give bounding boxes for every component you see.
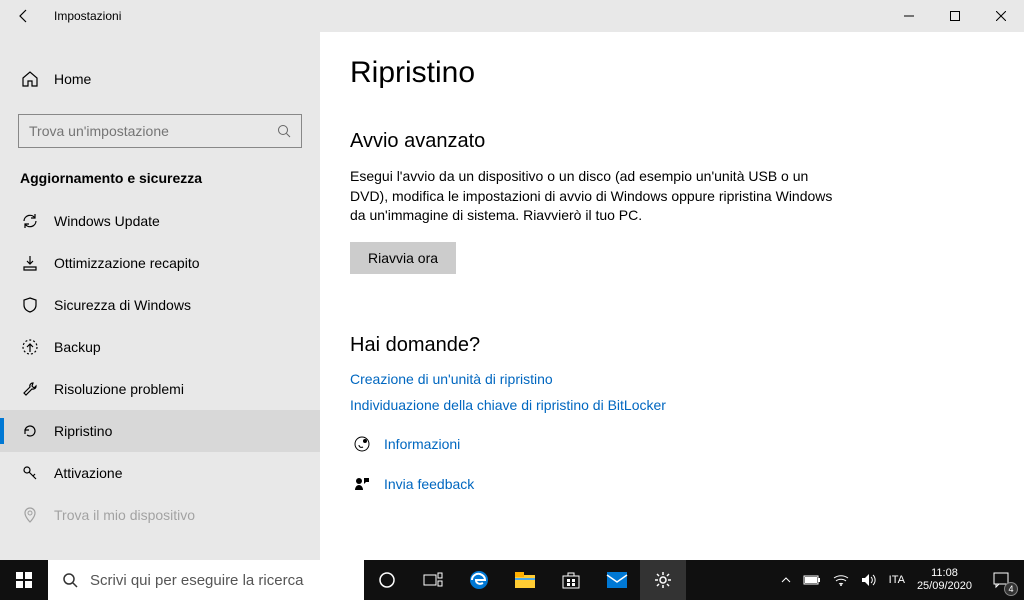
nav-label: Ottimizzazione recapito bbox=[54, 255, 200, 271]
home-icon bbox=[20, 70, 40, 88]
section-heading: Avvio avanzato bbox=[350, 130, 994, 153]
file-explorer-icon[interactable] bbox=[502, 560, 548, 600]
search-box[interactable] bbox=[18, 114, 302, 148]
notification-badge: 4 bbox=[1004, 582, 1018, 596]
maximize-button[interactable] bbox=[932, 0, 978, 32]
key-icon bbox=[20, 464, 40, 482]
titlebar: Impostazioni bbox=[0, 0, 1024, 32]
download-icon bbox=[20, 254, 40, 272]
nav-recovery[interactable]: Ripristino bbox=[0, 410, 320, 452]
feedback-link[interactable]: Invia feedback bbox=[384, 476, 474, 492]
search-icon bbox=[62, 572, 78, 588]
shield-icon bbox=[20, 296, 40, 314]
section-description: Esegui l'avvio da un dispositivo o un di… bbox=[350, 167, 850, 226]
nav-activation[interactable]: Attivazione bbox=[0, 452, 320, 494]
window-title: Impostazioni bbox=[48, 9, 121, 23]
section-title: Aggiornamento e sicurezza bbox=[0, 148, 320, 200]
help-heading: Hai domande? bbox=[350, 334, 994, 357]
feedback-row: Invia feedback bbox=[350, 475, 994, 493]
search-input[interactable] bbox=[29, 123, 277, 139]
nav-backup[interactable]: Backup bbox=[0, 326, 320, 368]
store-icon[interactable] bbox=[548, 560, 594, 600]
taskbar-search-placeholder: Scrivi qui per eseguire la ricerca bbox=[90, 572, 303, 589]
notification-center[interactable]: 4 bbox=[978, 560, 1024, 600]
tray-battery-icon[interactable] bbox=[797, 560, 827, 600]
nav-label: Backup bbox=[54, 339, 101, 355]
tray-chevron[interactable] bbox=[775, 560, 797, 600]
minimize-button[interactable] bbox=[886, 0, 932, 32]
sync-icon bbox=[20, 212, 40, 230]
home-label: Home bbox=[54, 71, 91, 87]
sidebar: Home Aggiornamento e sicurezza Windows U… bbox=[0, 32, 320, 560]
search-icon bbox=[277, 124, 291, 138]
info-row: Informazioni bbox=[350, 435, 994, 453]
close-button[interactable] bbox=[978, 0, 1024, 32]
help-links: Creazione di un'unità di ripristino Indi… bbox=[350, 371, 994, 413]
settings-taskbar-icon[interactable] bbox=[640, 560, 686, 600]
taskbar: Scrivi qui per eseguire la ricerca ITA 1… bbox=[0, 560, 1024, 600]
page-title: Ripristino bbox=[350, 56, 994, 90]
tray-language[interactable]: ITA bbox=[883, 560, 911, 600]
feedback-icon bbox=[350, 475, 374, 493]
info-icon bbox=[350, 435, 374, 453]
nav-label: Sicurezza di Windows bbox=[54, 297, 191, 313]
nav-label: Attivazione bbox=[54, 465, 122, 481]
restart-now-button[interactable]: Riavvia ora bbox=[350, 242, 456, 274]
home-nav[interactable]: Home bbox=[0, 60, 320, 98]
tray-wifi-icon[interactable] bbox=[827, 560, 855, 600]
nav-label: Risoluzione problemi bbox=[54, 381, 184, 397]
content-area: Ripristino Avvio avanzato Esegui l'avvio… bbox=[320, 32, 1024, 560]
nav-find-device[interactable]: Trova il mio dispositivo bbox=[0, 494, 320, 536]
nav-label: Trova il mio dispositivo bbox=[54, 507, 195, 523]
backup-icon bbox=[20, 338, 40, 356]
nav-list: Windows Update Ottimizzazione recapito S… bbox=[0, 200, 320, 536]
back-button[interactable] bbox=[0, 0, 48, 32]
location-icon bbox=[20, 506, 40, 524]
wrench-icon bbox=[20, 380, 40, 398]
nav-label: Ripristino bbox=[54, 423, 112, 439]
help-link-bitlocker[interactable]: Individuazione della chiave di ripristin… bbox=[350, 397, 994, 413]
start-button[interactable] bbox=[0, 560, 48, 600]
taskbar-search[interactable]: Scrivi qui per eseguire la ricerca bbox=[48, 560, 364, 600]
nav-troubleshoot[interactable]: Risoluzione problemi bbox=[0, 368, 320, 410]
nav-label: Windows Update bbox=[54, 213, 160, 229]
info-link[interactable]: Informazioni bbox=[384, 436, 460, 452]
clock-time: 11:08 bbox=[931, 567, 958, 580]
tray-clock[interactable]: 11:08 25/09/2020 bbox=[911, 560, 978, 600]
task-view-button[interactable] bbox=[410, 560, 456, 600]
recovery-icon bbox=[20, 422, 40, 440]
mail-icon[interactable] bbox=[594, 560, 640, 600]
nav-windows-update[interactable]: Windows Update bbox=[0, 200, 320, 242]
edge-icon[interactable] bbox=[456, 560, 502, 600]
cortana-button[interactable] bbox=[364, 560, 410, 600]
nav-windows-security[interactable]: Sicurezza di Windows bbox=[0, 284, 320, 326]
clock-date: 25/09/2020 bbox=[917, 580, 972, 593]
tray-volume-icon[interactable] bbox=[855, 560, 883, 600]
help-link-recovery-drive[interactable]: Creazione di un'unità di ripristino bbox=[350, 371, 994, 387]
nav-delivery-optimization[interactable]: Ottimizzazione recapito bbox=[0, 242, 320, 284]
